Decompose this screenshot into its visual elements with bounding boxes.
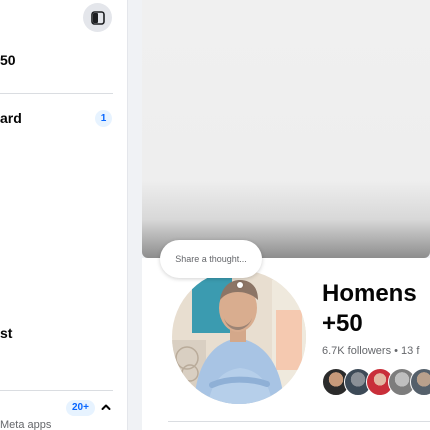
notification-count-badge: 1 [95,110,112,127]
chevron-up-icon[interactable] [100,401,112,413]
sidebar-item-label[interactable]: st [0,325,12,341]
share-thought-bubble[interactable]: Share a thought... [160,240,262,278]
sidebar-divider [0,93,113,94]
followers-count[interactable]: 6.7K followers • 13 f [322,345,419,357]
sidebar-item-label[interactable]: ard [0,110,22,126]
sidebar-toggle-button[interactable] [83,3,112,32]
more-count-badge: 20+ [66,400,95,416]
profile-picture[interactable] [172,270,306,404]
header-divider [168,421,430,422]
profile-photo-image [172,270,306,404]
page-title: Homens [322,280,417,307]
cover-photo[interactable] [142,0,430,258]
sidebar-panel-icon [90,10,105,25]
left-sidebar: 50 ard 1 st 20+ Meta apps [0,0,128,430]
bubble-tail [237,282,243,288]
avatar[interactable] [410,368,430,396]
page-title-line2: +50 [322,310,363,337]
meta-apps-label[interactable]: Meta apps [0,419,51,430]
sidebar-divider [0,390,113,391]
sidebar-item-label[interactable]: 50 [0,52,16,68]
share-thought-text: Share a thought... [175,254,247,264]
